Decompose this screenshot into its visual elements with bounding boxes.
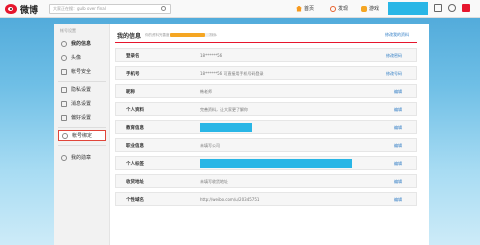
mail-icon[interactable] <box>434 4 442 12</box>
preference-icon <box>61 114 67 121</box>
search-input[interactable]: 大家正在搜：gulb over final <box>49 4 171 14</box>
info-row-domain: 个性域名 http://weibo.com/u/20345751 编辑 <box>115 192 417 206</box>
home-icon <box>296 5 302 12</box>
row-label: 个人标签 <box>126 162 144 167</box>
info-row-address: 收货地址 未填写收货地址 编辑 <box>115 174 417 188</box>
sidebar-item-privacy[interactable]: 隐私设置 <box>58 84 106 95</box>
row-label: 收货地址 <box>126 180 144 185</box>
redacted-tags <box>200 159 352 168</box>
change-phone-link[interactable]: 修改号码 <box>386 71 402 77</box>
sidebar-item-label: 消息设置 <box>71 101 92 107</box>
game-icon <box>361 5 367 12</box>
edit-link[interactable]: 编辑 <box>394 125 402 131</box>
row-value: 未填写收货地址 <box>200 179 228 184</box>
edit-link[interactable]: 编辑 <box>394 161 402 167</box>
sidebar-divider <box>58 127 106 128</box>
edit-link[interactable]: 编辑 <box>394 179 402 185</box>
nav-discover[interactable]: 发现 <box>330 5 348 12</box>
bind-icon <box>62 132 68 139</box>
page-title: 我的信息 <box>117 33 142 40</box>
nav-game-label: 游戏 <box>369 6 380 12</box>
change-password-link[interactable]: 修改密码 <box>386 53 402 59</box>
sidebar-divider <box>58 81 106 82</box>
edit-link[interactable]: 编辑 <box>394 143 402 149</box>
nav-game[interactable]: 游戏 <box>361 5 379 12</box>
discover-icon <box>330 5 336 12</box>
settings-panel: 帐号设置 我的信息 头像 帐号安全 隐私设置 消息设置 偏好设置 帐号绑定 我的… <box>54 24 429 245</box>
sidebar-item-label: 偏好设置 <box>71 115 92 121</box>
row-label: 登录名 <box>126 54 140 59</box>
row-value: 完善资料，让大家更了解你 <box>200 107 248 112</box>
row-value: 未填写公司 <box>200 143 220 148</box>
completion-text: 你的资料完善度 <box>145 33 170 37</box>
sidebar-item-label: 我的信息 <box>71 41 92 47</box>
message-icon <box>61 100 67 107</box>
row-label: 教育信息 <box>126 126 144 131</box>
info-row-career: 职业信息 未填写公司 编辑 <box>115 138 417 152</box>
row-label: 个人资料 <box>126 108 144 113</box>
medal-icon <box>61 154 67 161</box>
edit-link[interactable]: 编辑 <box>394 107 402 113</box>
sidebar-item-label: 隐私设置 <box>71 87 92 93</box>
row-value: 18******56 <box>200 53 223 58</box>
completion-progress-fill <box>170 33 205 37</box>
lock-icon <box>61 86 67 93</box>
nav-discover-label: 发现 <box>338 6 349 12</box>
info-row-tags: 个人标签 编辑 <box>115 156 417 170</box>
top-icons <box>434 4 470 12</box>
user-name-redacted[interactable] <box>388 2 428 15</box>
info-row-education: 教育信息 编辑 <box>115 120 417 134</box>
nav-home[interactable]: 首页 <box>296 5 314 12</box>
sidebar-item-medals[interactable]: 我的勋章 <box>58 152 106 163</box>
logo-text: 微博 <box>20 5 39 16</box>
edit-link[interactable]: 编辑 <box>394 197 402 203</box>
row-value: 韩老师 <box>200 89 212 94</box>
info-row-nickname: 昵称 韩老师 编辑 <box>115 84 417 98</box>
sidebar-item-preferences[interactable]: 偏好设置 <box>58 112 106 123</box>
row-label: 职业信息 <box>126 144 144 149</box>
avatar-icon <box>61 54 67 61</box>
weibo-eye-icon <box>5 4 17 14</box>
settings-sidebar: 帐号设置 我的信息 头像 帐号安全 隐私设置 消息设置 偏好设置 帐号绑定 我的… <box>54 24 110 245</box>
sidebar-item-label: 帐号绑定 <box>72 133 93 139</box>
edit-link[interactable]: 编辑 <box>394 89 402 95</box>
title-divider <box>115 42 417 43</box>
search-icon[interactable] <box>161 6 166 11</box>
sidebar-item-messages[interactable]: 消息设置 <box>58 98 106 109</box>
my-info-content: 我的信息 你的资料完善度 75% 修改我的资料 登录名 18******56 修… <box>112 24 429 245</box>
sidebar-item-label: 头像 <box>71 55 82 61</box>
info-row-profile: 个人资料 完善资料，让大家更了解你 编辑 <box>115 102 417 116</box>
shield-icon <box>61 68 67 75</box>
row-value: 18******56 可直接用手机号码登录 <box>200 71 264 76</box>
profile-icon <box>61 40 67 47</box>
row-label: 昵称 <box>126 90 135 95</box>
weibo-logo[interactable]: 微博 <box>5 3 39 16</box>
sidebar-item-my-info[interactable]: 我的信息 <box>58 38 106 49</box>
completion-percent: 75% <box>209 33 217 37</box>
nav-home-label: 首页 <box>304 6 315 12</box>
row-label: 个性域名 <box>126 198 144 203</box>
top-bar: 微博 大家正在搜：gulb over final 首页 发现 游戏 <box>0 0 480 18</box>
sidebar-header: 帐号设置 <box>60 28 76 33</box>
sidebar-item-label: 我的勋章 <box>71 155 92 161</box>
compose-icon[interactable] <box>462 4 470 12</box>
row-value: http://weibo.com/u/20345751 <box>200 197 260 202</box>
sidebar-item-avatar[interactable]: 头像 <box>58 52 106 63</box>
edit-profile-link[interactable]: 修改我的资料 <box>385 32 409 38</box>
info-row-login-name: 登录名 18******56 修改密码 <box>115 48 417 62</box>
row-label: 手机号 <box>126 72 140 77</box>
sidebar-item-security[interactable]: 帐号安全 <box>58 66 106 77</box>
redacted-education <box>200 123 252 132</box>
sidebar-divider <box>58 145 106 146</box>
gear-icon[interactable] <box>448 4 456 12</box>
sidebar-item-label: 帐号安全 <box>71 69 92 75</box>
sidebar-item-account-binding[interactable]: 帐号绑定 <box>58 130 106 141</box>
info-row-phone: 手机号 18******56 可直接用手机号码登录 修改号码 <box>115 66 417 80</box>
